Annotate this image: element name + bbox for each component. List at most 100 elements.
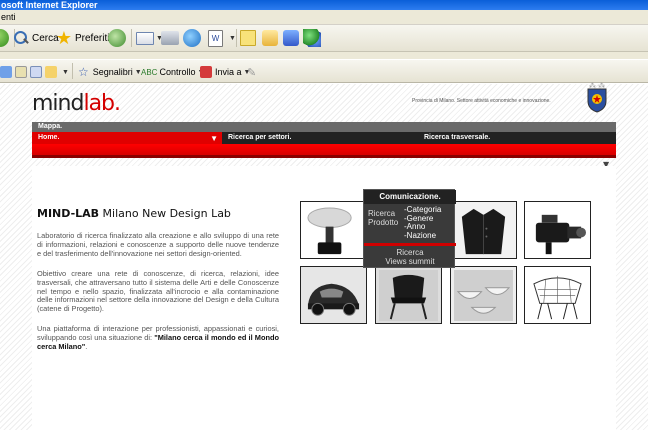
photo-wire-chair[interactable]: [524, 266, 591, 324]
nav-main-row: Home. ▼ Ricerca per settori. Ricerca tra…: [32, 132, 616, 144]
communication-overlay[interactable]: Comunicazione. Ricerca Prodotto -Categor…: [363, 189, 456, 268]
overlay-product-search[interactable]: Ricerca Prodotto: [368, 209, 398, 227]
toolbar-separator: [236, 29, 237, 47]
favorites-button[interactable]: ★ Preferiti: [55, 28, 110, 48]
spellcheck-menu[interactable]: ABC Controllo ▼: [141, 64, 204, 80]
nav-home-tab[interactable]: Home. ▼: [32, 132, 222, 144]
word-document-icon: W: [208, 29, 223, 47]
photo-lamp[interactable]: [300, 201, 367, 259]
contacts-icon: [303, 29, 321, 47]
spellcheck-icon: ABC: [141, 67, 158, 77]
msn-button[interactable]: [283, 28, 299, 48]
messenger-button[interactable]: [183, 28, 201, 48]
gbar-search-tools[interactable]: ▼: [0, 64, 69, 80]
star-icon: ★: [55, 28, 73, 48]
notes-button[interactable]: [240, 28, 256, 48]
jacket-image: [461, 208, 506, 255]
logo-part-mind: mind: [32, 91, 84, 116]
star-outline-icon: ☆: [78, 65, 89, 79]
pencil-icon: ✎: [247, 66, 257, 79]
history-button[interactable]: [108, 28, 126, 48]
main-content: MIND-LAB Milano New Design Lab Laborator…: [32, 166, 616, 430]
photo-camera[interactable]: [524, 201, 591, 259]
bowls-image: [454, 270, 513, 322]
nav-transversal-tab[interactable]: Ricerca trasversale.: [418, 132, 616, 144]
chair-image: [379, 270, 438, 322]
google-toolbar: ▼ ☆ Segnalibri ▼ ABC Controllo ▼ Invia a…: [0, 59, 648, 83]
overlay-bottom-line1: Ricerca: [396, 248, 424, 257]
printer-icon: [161, 31, 179, 45]
search-icon: [13, 30, 29, 46]
overlay-views-search[interactable]: Ricerca Views summit: [364, 248, 456, 266]
nav-red-band: [32, 144, 616, 158]
intro-paragraph: Laboratorio di ricerca finalizzato alla …: [37, 231, 279, 258]
nav-map-bar: Mappa.: [32, 122, 616, 132]
search-web-icon: [30, 66, 42, 78]
lamp-image: [307, 207, 352, 255]
objective-paragraph: Obiettivo creare una rete di conoscenze,…: [37, 269, 279, 314]
print-button[interactable]: [161, 28, 179, 48]
edit-button[interactable]: W ▼: [208, 28, 236, 48]
nav-home-label: Home.: [38, 134, 60, 141]
nav-map-link[interactable]: Mappa.: [38, 122, 62, 132]
send-label: Invia a: [215, 67, 242, 77]
pencil-button[interactable]: ✎: [247, 64, 256, 80]
photo-beetle-car[interactable]: [300, 266, 367, 324]
check-label: Controllo: [159, 67, 196, 77]
chevron-down-icon: ▼: [229, 34, 236, 42]
nav-sector-label: Ricerca per settori.: [228, 134, 292, 141]
back-button[interactable]: [0, 28, 9, 48]
bookmarks-label: Segnalibri: [92, 67, 133, 77]
photo-jacket[interactable]: [450, 201, 517, 259]
camera-image: [535, 214, 587, 255]
mail-icon: [136, 31, 154, 45]
heading-bold: MIND-LAB: [37, 207, 100, 220]
contacts-button[interactable]: [303, 28, 321, 48]
logo-dot: .: [114, 91, 121, 116]
nav-sector-tab[interactable]: Ricerca per settori.: [222, 132, 418, 144]
province-caption: Provincia di Milano. Settore attività ec…: [412, 98, 551, 104]
send-icon: [200, 66, 212, 78]
car-image: [307, 283, 360, 316]
menu-item-fragment[interactable]: enti: [1, 12, 16, 22]
history-icon: [108, 29, 126, 47]
page-heading: MIND-LAB Milano New Design Lab: [37, 207, 231, 220]
window-title: osoft Internet Explorer: [0, 0, 648, 10]
sticky-note-icon: [240, 30, 256, 46]
logo-part-lab: lab: [83, 91, 115, 116]
page-viewport: mindlab. Provincia di Milano. Settore at…: [0, 82, 648, 430]
overlay-left-line1: Ricerca: [368, 209, 396, 218]
overlay-filter-list: -Categoria -Genere -Anno -Nazione: [404, 205, 441, 241]
favorites-label: Preferiti: [75, 32, 110, 44]
toolbar-separator: [72, 63, 73, 79]
bookmarks-menu[interactable]: ☆ Segnalibri ▼: [78, 64, 142, 80]
back-arrow-icon: [0, 29, 9, 47]
book-icon: [283, 30, 299, 46]
nav-transversal-label: Ricerca trasversale.: [424, 134, 491, 141]
globe-icon: [183, 29, 201, 47]
platform-end: .: [85, 341, 88, 351]
overlay-left-line2: Prodotto: [368, 218, 399, 227]
research-button[interactable]: [262, 28, 278, 48]
photo-chair[interactable]: [375, 266, 442, 324]
research-icon: [262, 30, 278, 46]
overlay-filter-nation[interactable]: -Nazione: [404, 231, 441, 241]
toolbar-separator: [131, 29, 132, 47]
mail-button[interactable]: ▼: [136, 28, 163, 48]
page-icon: [15, 66, 27, 78]
browse-icon: [0, 66, 12, 78]
overlay-bottom-line2: Views summit: [385, 257, 435, 266]
highlight-icon: [45, 66, 57, 78]
mindlab-logo[interactable]: mindlab.: [32, 91, 121, 116]
heading-rest: Milano New Design Lab: [99, 207, 231, 220]
photo-bowls[interactable]: [450, 266, 517, 324]
overlay-divider: [364, 243, 456, 246]
toolbar-gap: [0, 52, 648, 59]
search-button[interactable]: Cerca: [13, 28, 59, 48]
platform-paragraph: Una piattaforma di interazione per profe…: [37, 324, 279, 351]
send-to-menu[interactable]: Invia a ▼: [200, 64, 250, 80]
standard-toolbar: Cerca ★ Preferiti ▼ W ▼: [0, 25, 648, 52]
province-crest-icon[interactable]: [586, 87, 608, 113]
wire-chair-image: [533, 275, 582, 320]
chevron-down-icon: ▼: [62, 68, 69, 76]
